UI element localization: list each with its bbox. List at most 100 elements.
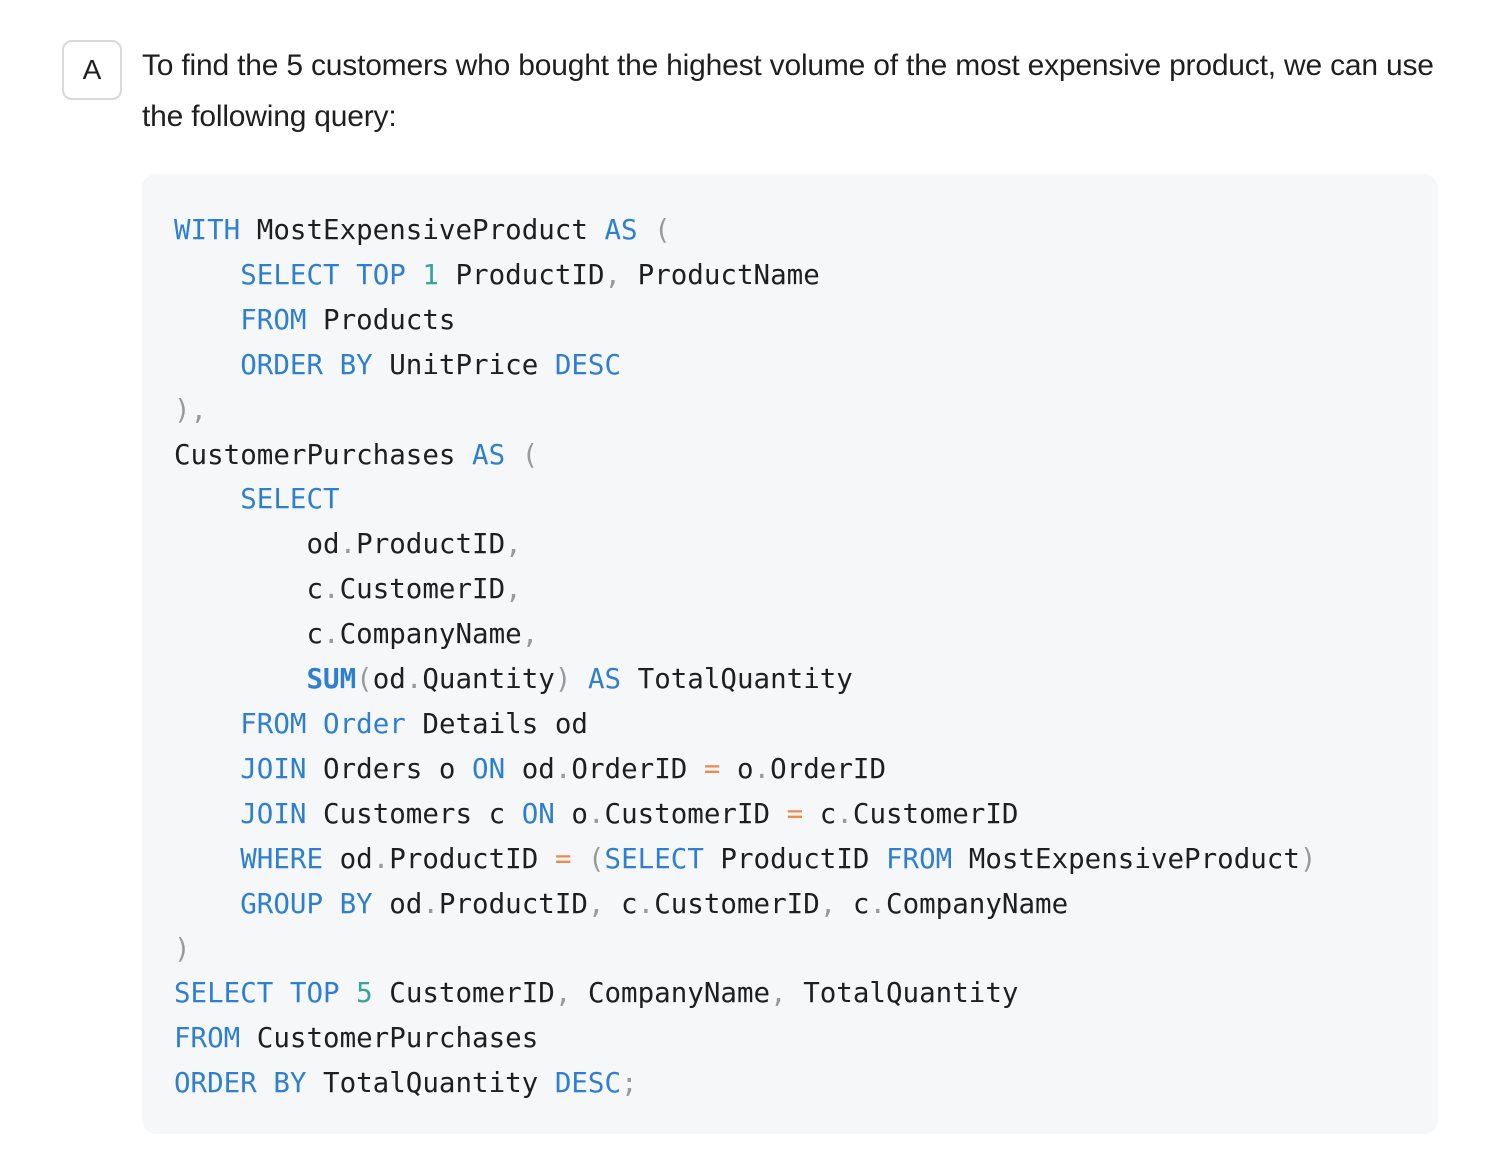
code-identifier: UnitPrice (372, 348, 555, 381)
code-identifier: TotalQuantity (786, 977, 1019, 1010)
sql-code[interactable]: WITH MostExpensiveProduct AS ( SELECT TO… (174, 208, 1438, 1106)
code-identifier (174, 753, 240, 785)
code-punctuation: , (819, 887, 837, 920)
code-identifier (638, 214, 655, 246)
code-identifier: CustomerID (604, 797, 787, 830)
code-punctuation: ( (654, 214, 671, 246)
code-line: FROM Products (174, 304, 455, 336)
code-line: CustomerPurchases AS ( (174, 439, 538, 471)
code-identifier: CustomerID (372, 977, 555, 1010)
code-identifier: od (372, 663, 406, 696)
code-identifier: c (604, 887, 638, 920)
avatar-label: A (82, 54, 102, 85)
code-punctuation: . (753, 752, 771, 785)
code-identifier: Details od (405, 707, 588, 740)
code-number: 5 (356, 977, 373, 1010)
message-intro-text: To find the 5 customers who bought the h… (142, 49, 1434, 133)
code-identifier (174, 708, 240, 740)
code-keyword: DESC (554, 1067, 622, 1100)
code-keyword: ON (521, 797, 555, 830)
code-line: FROM Order Details od (174, 708, 588, 740)
code-identifier (174, 483, 240, 515)
code-operator: = (786, 797, 804, 830)
code-line: SUM(od.Quantity) AS TotalQuantity (174, 663, 852, 696)
code-identifier: CustomerPurchases (240, 1022, 539, 1055)
code-punctuation: , (587, 887, 605, 920)
code-punctuation: . (339, 528, 357, 561)
code-identifier: ProductID (438, 887, 588, 920)
code-identifier (273, 977, 290, 1009)
code-identifier: od (372, 887, 423, 920)
code-keyword: ON (472, 752, 506, 785)
code-line: WITH MostExpensiveProduct AS ( (174, 214, 671, 246)
code-punctuation: . (405, 663, 423, 696)
code-punctuation: , (770, 977, 787, 1010)
code-line: FROM CustomerPurchases (174, 1022, 538, 1054)
code-identifier: Products (306, 303, 456, 336)
code-identifier (340, 259, 357, 291)
code-line: JOIN Orders o ON od.OrderID = o.OrderID (174, 753, 886, 785)
code-keyword: SELECT (240, 258, 340, 291)
code-identifier: o (554, 797, 588, 830)
code-punctuation: , (505, 573, 522, 606)
code-identifier: Orders o (306, 752, 473, 785)
code-identifier (571, 663, 588, 695)
code-identifier (174, 259, 240, 291)
code-line: ORDER BY UnitPrice DESC (174, 349, 621, 381)
code-identifier: c (174, 618, 324, 651)
code-identifier (174, 349, 240, 381)
code-punctuation: . (372, 842, 390, 875)
code-punctuation: ( (356, 663, 373, 696)
code-identifier: ProductID (389, 842, 555, 875)
code-punctuation: . (587, 797, 605, 830)
code-line: od.ProductID, (174, 528, 522, 561)
code-punctuation: ( (521, 438, 539, 471)
code-punctuation: . (554, 752, 572, 785)
assistant-avatar: A (62, 40, 122, 100)
code-punctuation: . (869, 887, 887, 920)
code-keyword: WITH (174, 214, 241, 246)
code-identifier (306, 708, 323, 740)
code-identifier (174, 798, 240, 830)
code-number: 1 (422, 258, 439, 291)
code-punctuation: ; (621, 1067, 638, 1100)
code-keyword: SELECT (174, 977, 274, 1010)
code-keyword: JOIN (240, 797, 307, 830)
code-punctuation: , (505, 528, 522, 561)
code-line: GROUP BY od.ProductID, c.CustomerID, c.C… (174, 888, 1068, 920)
code-identifier: ProductID (438, 258, 605, 291)
code-keyword: AS (587, 663, 622, 696)
code-operator: = (554, 842, 572, 875)
code-identifier (174, 888, 240, 920)
code-identifier (340, 977, 357, 1009)
code-identifier: CompanyName (886, 887, 1069, 920)
code-line: JOIN Customers c ON o.CustomerID = c.Cus… (174, 798, 1018, 830)
code-punctuation: . (836, 797, 853, 830)
code-line: ) (174, 933, 191, 965)
code-line: ), (174, 394, 207, 426)
code-identifier: Customers c (306, 797, 522, 830)
code-identifier: OrderID (770, 752, 887, 785)
code-identifier: MostExpensiveProduct (240, 214, 605, 246)
code-line: SELECT TOP 5 CustomerID, CompanyName, To… (174, 977, 1018, 1009)
code-identifier: c (174, 573, 324, 606)
code-identifier: CustomerID (654, 887, 820, 920)
code-punctuation: . (422, 887, 439, 920)
code-identifier: TotalQuantity (306, 1067, 555, 1100)
code-identifier: od (505, 752, 555, 785)
code-keyword: WHERE (240, 842, 324, 875)
code-keyword: SELECT (604, 842, 704, 875)
code-keyword: FROM (240, 303, 307, 336)
code-identifier: ProductID (356, 528, 506, 561)
code-punctuation: ) (174, 932, 191, 965)
code-line: SELECT (174, 483, 339, 515)
code-identifier (505, 439, 522, 471)
code-block[interactable]: WITH MostExpensiveProduct AS ( SELECT TO… (142, 174, 1438, 1134)
code-identifier (406, 259, 423, 291)
code-punctuation: , (521, 618, 539, 651)
code-identifier (571, 843, 588, 875)
code-keyword: ORDER BY (174, 1067, 307, 1100)
code-keyword: FROM (174, 1022, 241, 1055)
code-punctuation: . (637, 887, 655, 920)
code-identifier: od (323, 842, 373, 875)
